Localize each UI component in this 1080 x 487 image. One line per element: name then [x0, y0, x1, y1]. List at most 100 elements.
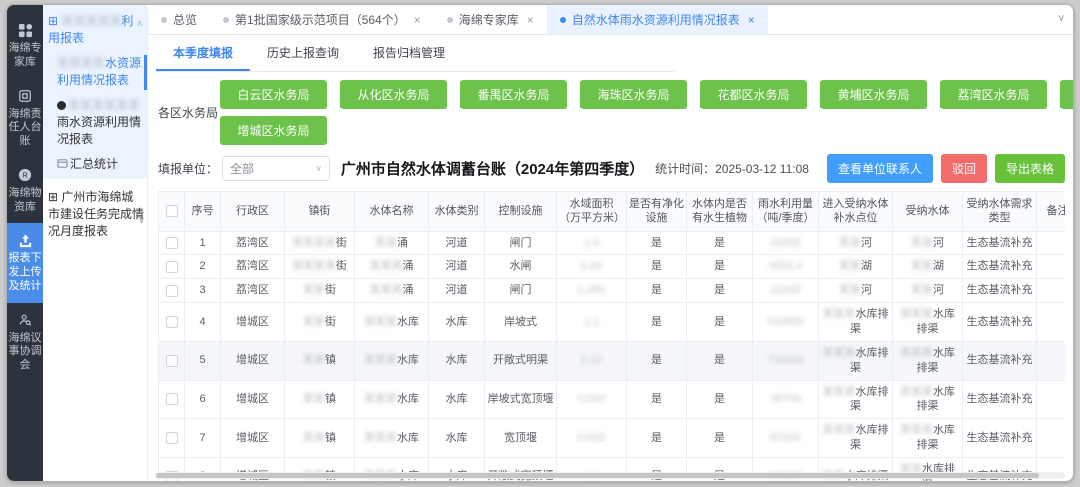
bureau-button[interactable]: 海珠区水务局	[580, 80, 687, 109]
bureau-button[interactable]: 从化区水务局	[340, 80, 447, 109]
close-icon[interactable]: ×	[748, 13, 755, 27]
rail-item[interactable]: 海绵责任人台账	[7, 79, 43, 158]
subtab[interactable]: 报告归档管理	[356, 35, 462, 71]
tab[interactable]: 第1批国家级示范项目（564个） ×	[210, 5, 434, 34]
table-row: 5 增城区 某某镇 某某某水库 水库 开敞式明渠 0.22 是是 700000 某某某水库排渠 某某…	[158, 340, 1065, 381]
row-checkbox[interactable]	[165, 260, 178, 273]
close-icon[interactable]: ×	[414, 13, 421, 27]
table-cell: 是	[626, 278, 687, 304]
select-all-checkbox[interactable]	[165, 205, 178, 218]
table-cell: 某某某涌	[354, 278, 429, 304]
rail-item[interactable]: 海绵议事协调会	[7, 303, 43, 382]
tab[interactable]: 海绵专家库 ×	[434, 5, 547, 34]
column-header: 受纳水体	[892, 191, 963, 232]
menu-item[interactable]: 某某某某某某雨水资源利用情况报表	[48, 97, 144, 149]
menu-item[interactable]: 汇总统计	[48, 156, 144, 173]
menu-item[interactable]: 某某某某水资源利用情况报表	[48, 54, 147, 90]
expand-icon[interactable]: ⊞	[48, 190, 61, 204]
tab[interactable]: 总览	[148, 5, 210, 34]
column-header: 雨水利用量（吨/季度）	[752, 191, 819, 232]
active-indicator	[144, 54, 147, 90]
table-wrap: 序号 行政区 镇街 水体名称 水体类别 控制设施 水域面积（万平方米） 是否有净化设施 水体内是…	[158, 191, 1065, 481]
menu-group2-label: 广州市海绵城市建设任务完成情况月度报表	[48, 190, 145, 239]
row-checkbox[interactable]	[165, 432, 178, 445]
chevron-down-icon[interactable]: ∨	[138, 215, 145, 226]
sheet-title: 广州市自然水体调蓄台账（2024年第四季度）	[340, 161, 645, 178]
frame-icon	[18, 88, 32, 104]
tab-dot-icon	[559, 16, 566, 23]
grid-icon	[18, 22, 33, 38]
red-action-button[interactable]: 驳回	[940, 154, 987, 183]
table-cell: 开敞式明渠	[484, 340, 557, 381]
sub-tabs: 本季度填报 历史上报查询 报告归档管理	[156, 35, 674, 72]
row-checkbox[interactable]	[165, 393, 178, 406]
table-cell: 水库	[428, 418, 485, 458]
table-cell: 7	[184, 418, 221, 458]
table-cell: 38700	[752, 379, 819, 420]
tab-dot-icon	[161, 16, 167, 23]
expand-icon: ⊞	[48, 14, 62, 28]
table-cell: 某某镇	[284, 418, 355, 458]
bureau-button[interactable]: 白云区水务局	[220, 80, 327, 109]
table-cell: 某某河	[818, 278, 893, 304]
bureau-button[interactable]: 荔湾区水务局	[940, 80, 1047, 109]
green-action-button[interactable]: 导出表格	[994, 154, 1065, 183]
person-search-icon	[18, 312, 32, 328]
table-cell: 某某某水库排渠	[818, 418, 893, 458]
column-header: 水体名称	[354, 191, 429, 232]
tab-dot-icon	[223, 16, 230, 23]
filter-row: 填报单位： 全部 ∨ 广州市自然水体调蓄台账（2024年第四季度） 统计时间：2…	[158, 154, 1065, 183]
blue-action-button[interactable]: 查看单位联系人	[826, 154, 933, 183]
rail-item[interactable]: 报表下发上传及统计	[7, 223, 43, 303]
table-cell: 某某某水库排渠	[892, 340, 963, 381]
table-cell: 河道	[428, 254, 485, 280]
table-cell: 某某河	[892, 278, 963, 304]
row-checkbox[interactable]	[165, 354, 178, 367]
table-cell: 87000	[752, 418, 819, 458]
bureau-section: 各区水务局 白云区水务局 从化区水务局 番禺区水务局 海珠区水务局 花都区水务局 黄埔区水…	[158, 80, 1073, 145]
rail-item-label: 海绵责任人台账	[8, 107, 42, 148]
rail-item[interactable]: R 海绵物资库	[7, 158, 43, 224]
tab-label: 自然水体雨水资源利用情况报表	[571, 13, 740, 27]
bureau-button[interactable]: 黄埔区水务局	[820, 80, 927, 109]
tab[interactable]: 自然水体雨水资源利用情况报表 ×	[546, 5, 768, 34]
row-checkbox[interactable]	[165, 237, 178, 250]
table-cell: 荔湾区	[220, 254, 285, 280]
horizontal-scrollbar[interactable]	[155, 472, 1065, 479]
chevron-up-icon[interactable]: ∧	[136, 17, 143, 30]
panel-icon	[57, 157, 70, 171]
table-cell: 某某某水库排渠	[892, 379, 963, 420]
table-cell: 生态基流补充	[962, 278, 1037, 304]
column-header: 序号	[184, 191, 221, 232]
bureau-button[interactable]: 增城区水务局	[220, 116, 327, 145]
rail-item[interactable]: 海绵专家库	[7, 13, 43, 79]
unit-select[interactable]: 全部 ∨	[222, 156, 331, 181]
table-cell: 增城区	[220, 340, 285, 381]
menu-group-title[interactable]: ⊞ 某某某某某利用报表 ∧	[48, 13, 144, 48]
table-cell: 某某某某街	[284, 254, 355, 280]
app-window: 海绵专家库海绵责任人台账 R 海绵物资库 报表下发上传及统计 海绵议事协调会 ⊞ 某某某…	[6, 4, 1074, 482]
row-checkbox[interactable]	[165, 315, 178, 328]
row-checkbox[interactable]	[165, 284, 178, 297]
subtab[interactable]: 历史上报查询	[250, 35, 356, 71]
bureau-button[interactable]: 番禺区水务局	[460, 80, 567, 109]
table-cell: 水库	[428, 379, 485, 420]
close-icon[interactable]: ×	[527, 13, 534, 27]
scrollbar-thumb[interactable]	[156, 473, 1039, 478]
bureau-button[interactable]: 南沙区水务局	[1060, 80, 1073, 109]
table-cell: 增城区	[220, 302, 285, 342]
subtab[interactable]: 本季度填报	[156, 35, 251, 71]
tab-list-chevron-icon[interactable]: ∨	[1058, 13, 1065, 24]
svg-text:R: R	[22, 172, 27, 179]
table-cell: 1	[184, 230, 221, 256]
menu-group-monthly-report[interactable]: ⊞ 广州市海绵城市建设任务完成情况月度报表 ∨	[43, 179, 147, 245]
table-cell: 某某某水库	[354, 302, 429, 342]
table-cell: 某某某水库排渠	[818, 340, 893, 381]
table-cell: 是	[686, 418, 753, 458]
table-cell: 某某镇	[284, 379, 355, 420]
column-header: 控制设施	[484, 191, 557, 232]
bureau-button[interactable]: 花都区水务局	[700, 80, 807, 109]
table-cell: 水库	[428, 340, 485, 381]
table-cell: 生态基流补充	[962, 379, 1037, 420]
table-cell: 0.22	[556, 340, 627, 381]
